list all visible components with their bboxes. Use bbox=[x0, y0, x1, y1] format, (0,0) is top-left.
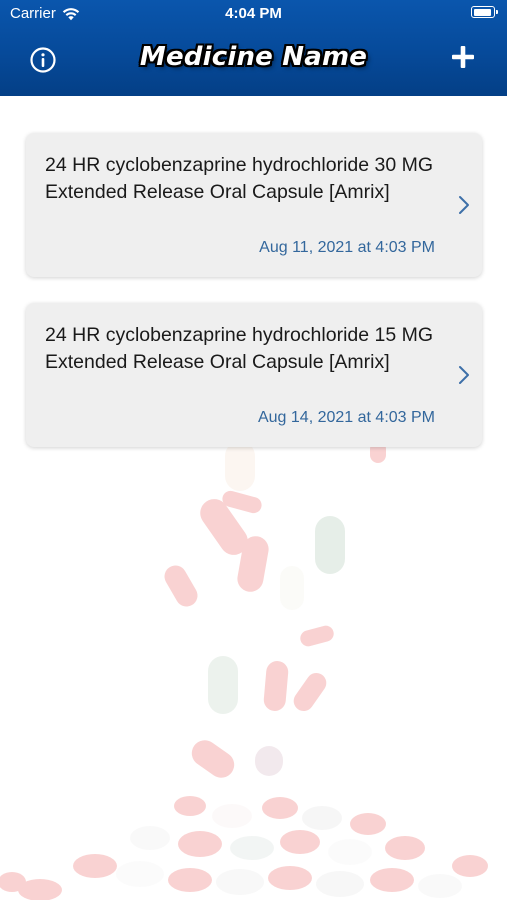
page-title: Medicine Name bbox=[139, 42, 368, 72]
medicine-date: Aug 14, 2021 at 4:03 PM bbox=[257, 409, 435, 426]
list-item[interactable]: 24 HR cyclobenzaprine hydrochloride 30 M… bbox=[26, 133, 482, 277]
medicine-name: 24 HR cyclobenzaprine hydrochloride 30 M… bbox=[45, 154, 434, 203]
add-medicine-button[interactable] bbox=[451, 44, 475, 70]
plus-icon bbox=[452, 46, 474, 68]
medicine-list: 24 HR cyclobenzaprine hydrochloride 30 M… bbox=[26, 133, 482, 473]
battery-icon bbox=[471, 6, 498, 18]
list-item[interactable]: 24 HR cyclobenzaprine hydrochloride 15 M… bbox=[26, 303, 482, 447]
navigation-bar: Medicine Name bbox=[0, 28, 507, 96]
header: Carrier 4:04 PM Medicine Name bbox=[0, 0, 507, 96]
status-bar: Carrier 4:04 PM bbox=[0, 0, 507, 28]
battery-level bbox=[473, 8, 491, 16]
chevron-right-icon bbox=[458, 195, 470, 215]
chevron-right-icon bbox=[458, 365, 470, 385]
medicine-date: Aug 11, 2021 at 4:03 PM bbox=[259, 239, 435, 256]
status-time: 4:04 PM bbox=[225, 5, 282, 22]
medicine-name: 24 HR cyclobenzaprine hydrochloride 15 M… bbox=[45, 324, 434, 373]
